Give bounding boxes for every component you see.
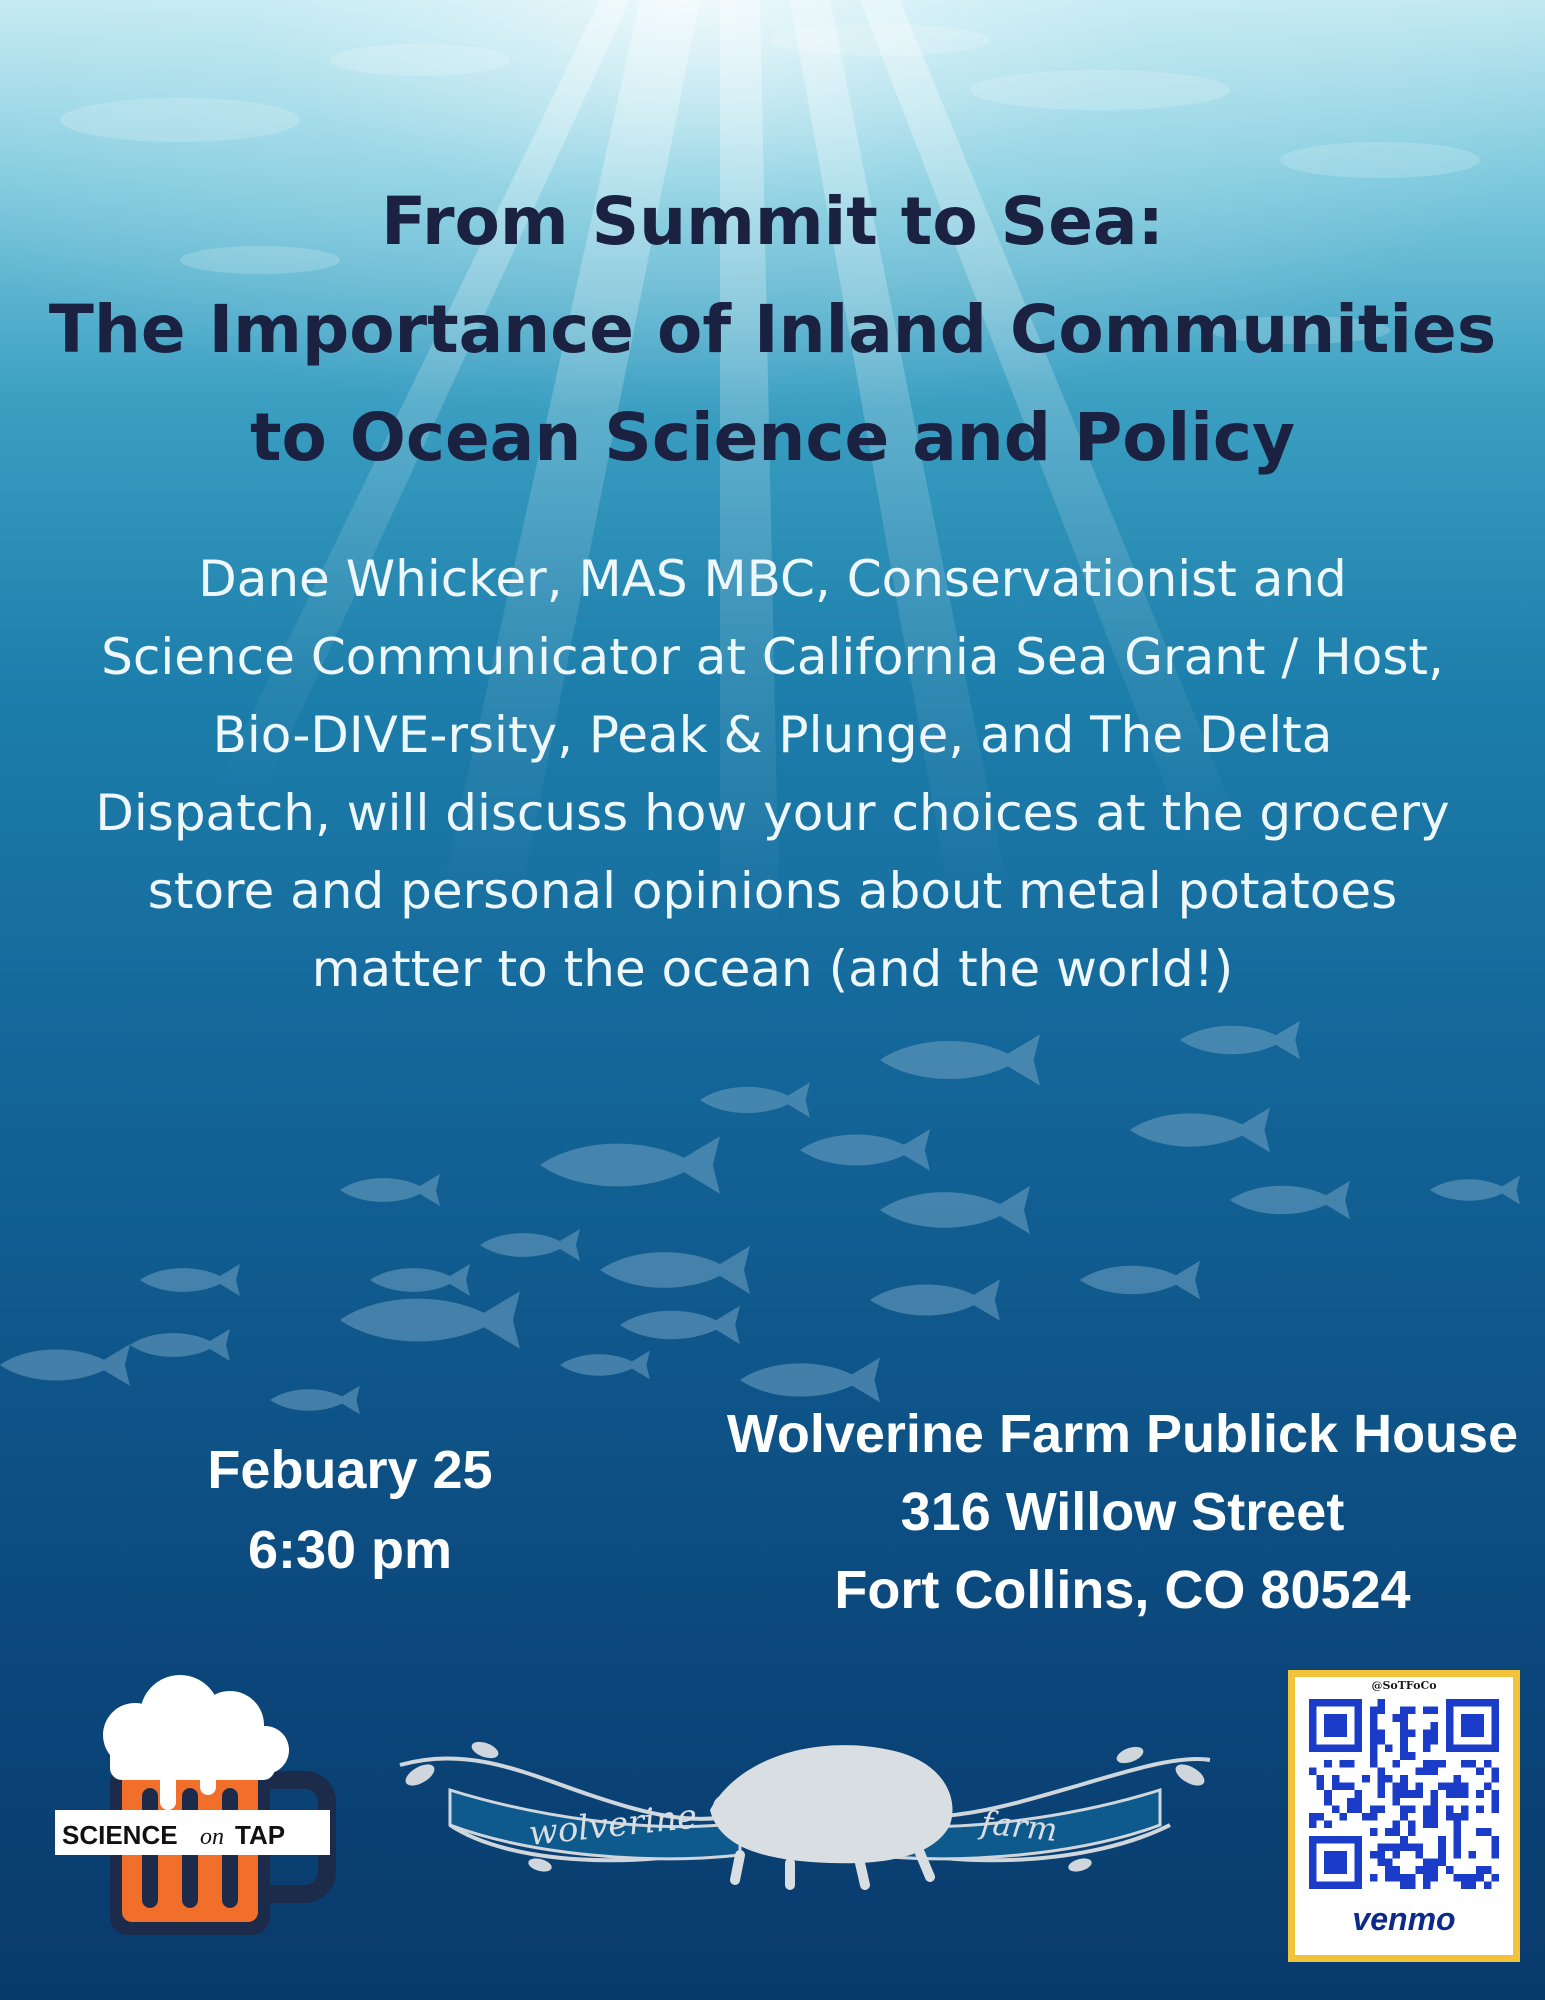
- description-line: Bio-DIVE-rsity, Peak & Plunge, and The D…: [212, 706, 1333, 764]
- title-line-2: The Importance of Inland Communities: [48, 291, 1497, 368]
- event-time: 6:30 pm: [247, 1520, 453, 1580]
- venue-city: Fort Collins, CO 80524: [834, 1560, 1411, 1620]
- sot-word-tap: TAP: [235, 1820, 285, 1850]
- event-date: Febuary 25: [207, 1440, 493, 1500]
- description-line: Dane Whicker, MAS MBC, Conservationist a…: [198, 550, 1347, 608]
- description-line: matter to the ocean (and the world!): [311, 940, 1234, 998]
- event-description: Dane Whicker, MAS MBC, Conservationist a…: [40, 540, 1505, 1008]
- title-line-1: From Summit to Sea:: [381, 183, 1164, 260]
- venmo-qr-code[interactable]: [1309, 1699, 1499, 1889]
- title-line-3: to Ocean Science and Policy: [249, 399, 1296, 476]
- sot-word-science: SCIENCE: [62, 1820, 178, 1850]
- description-line: store and personal opinions about metal …: [147, 862, 1398, 920]
- fish-silhouettes: [0, 1020, 1520, 1415]
- event-datetime: Febuary 25 6:30 pm: [150, 1430, 550, 1590]
- science-on-tap-logo: SCIENCE on TAP: [55, 1675, 336, 1935]
- venmo-logo: venmo: [1352, 1901, 1456, 1937]
- event-title: From Summit to Sea: The Importance of In…: [0, 168, 1545, 492]
- venmo-handle: @SoTFoCo: [1371, 1679, 1437, 1692]
- description-line: Dispatch, will discuss how your choices …: [95, 784, 1450, 842]
- sot-word-on: on: [200, 1824, 224, 1850]
- description-line: Science Communicator at California Sea G…: [101, 628, 1444, 686]
- event-venue: Wolverine Farm Publick House 316 Willow …: [700, 1395, 1545, 1629]
- venue-name: Wolverine Farm Publick House: [726, 1404, 1519, 1464]
- wolverine-farm-logo: wolverine farm: [399, 1741, 1211, 1890]
- event-flyer: From Summit to Sea: The Importance of In…: [0, 0, 1545, 2000]
- venmo-qr-card[interactable]: @SoTFoCo venmo: [1288, 1670, 1520, 1962]
- venue-street: 316 Willow Street: [900, 1482, 1345, 1542]
